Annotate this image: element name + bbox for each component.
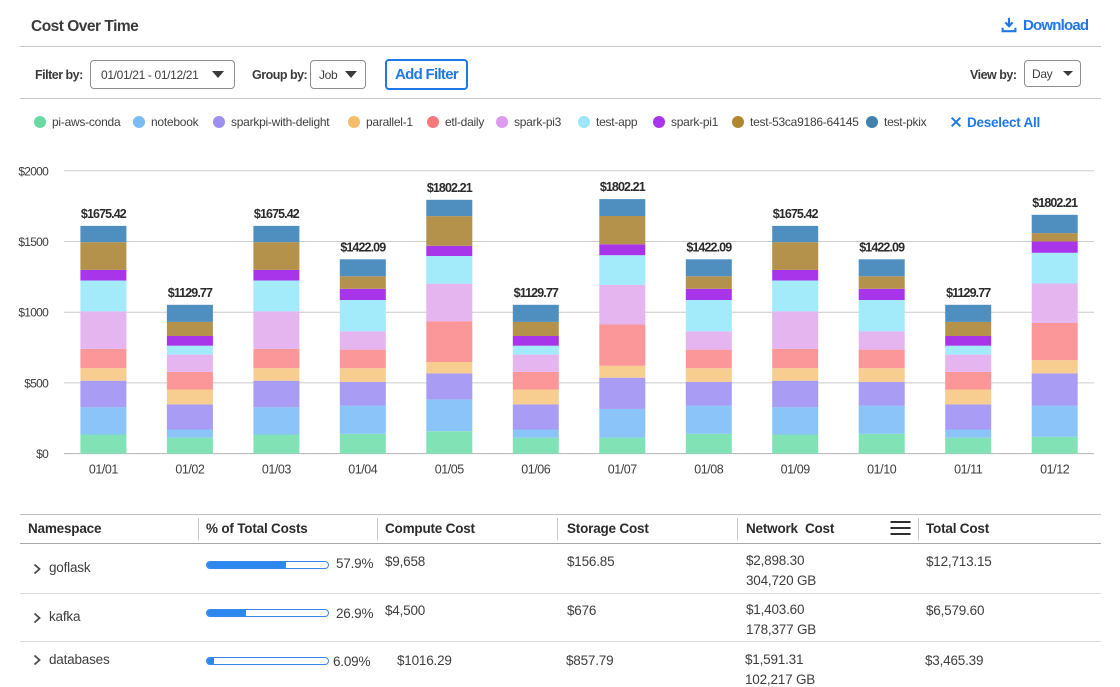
svg-text:$0: $0 <box>36 447 49 461</box>
svg-text:$1802.21: $1802.21 <box>1032 196 1078 210</box>
svg-text:01/02: 01/02 <box>175 463 205 477</box>
svg-text:$500: $500 <box>24 376 49 390</box>
svg-text:01/11: 01/11 <box>954 463 983 477</box>
svg-text:$1500: $1500 <box>18 235 49 249</box>
svg-text:$1129.77: $1129.77 <box>514 286 559 300</box>
svg-text:$1129.77: $1129.77 <box>168 286 213 300</box>
svg-text:01/04: 01/04 <box>348 463 378 477</box>
svg-text:$1802.21: $1802.21 <box>600 180 646 194</box>
svg-text:01/09: 01/09 <box>781 463 811 477</box>
svg-text:$1675.42: $1675.42 <box>773 207 819 221</box>
svg-text:01/12: 01/12 <box>1040 463 1070 477</box>
svg-text:$1675.42: $1675.42 <box>254 207 300 221</box>
svg-text:01/01: 01/01 <box>89 463 119 477</box>
svg-text:01/03: 01/03 <box>262 463 292 477</box>
svg-text:$2000: $2000 <box>18 164 49 178</box>
svg-text:$1000: $1000 <box>18 306 49 320</box>
svg-text:$1675.42: $1675.42 <box>81 207 127 221</box>
svg-text:$1422.09: $1422.09 <box>340 240 386 254</box>
svg-text:$1802.21: $1802.21 <box>427 181 473 195</box>
svg-text:01/07: 01/07 <box>608 463 638 477</box>
svg-text:01/08: 01/08 <box>694 463 724 477</box>
svg-text:$1422.09: $1422.09 <box>859 240 905 254</box>
svg-text:$1422.09: $1422.09 <box>686 240 732 254</box>
svg-text:01/06: 01/06 <box>521 463 551 477</box>
svg-text:01/10: 01/10 <box>867 463 897 477</box>
svg-text:$1129.77: $1129.77 <box>946 286 991 300</box>
svg-text:01/05: 01/05 <box>435 463 465 477</box>
